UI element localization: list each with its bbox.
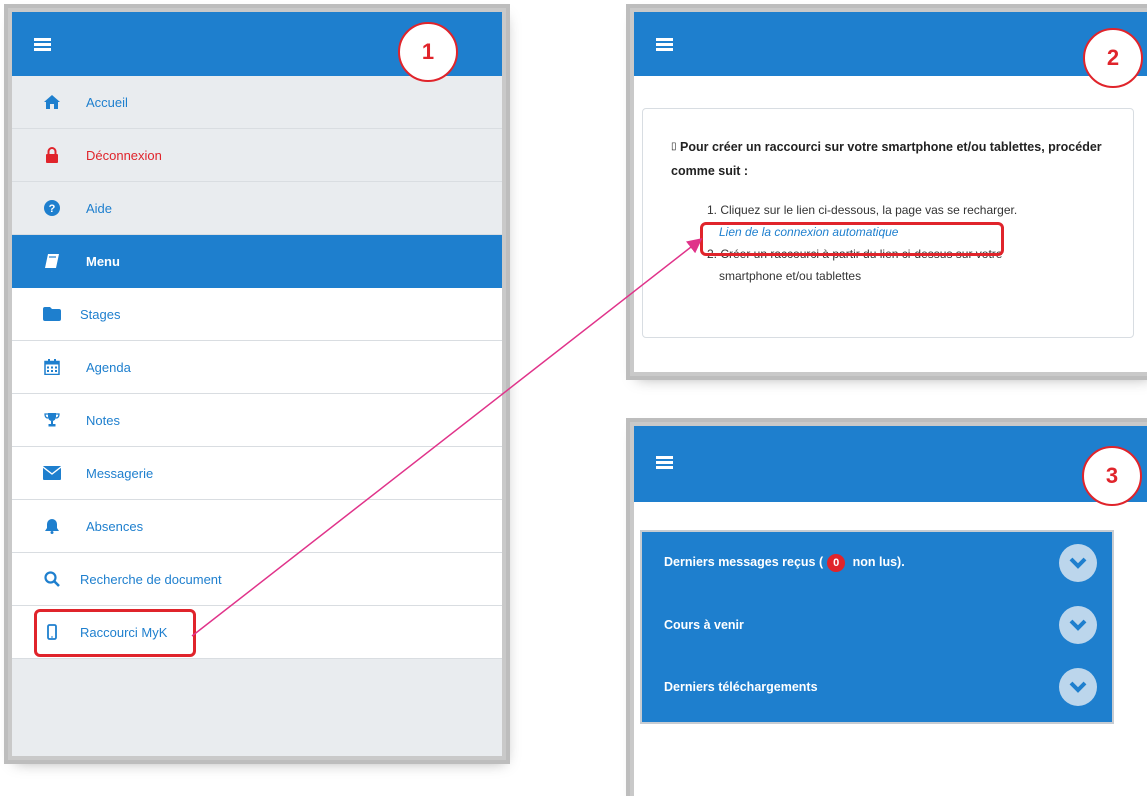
arrow-line bbox=[191, 238, 703, 637]
connector-arrow bbox=[191, 238, 703, 637]
